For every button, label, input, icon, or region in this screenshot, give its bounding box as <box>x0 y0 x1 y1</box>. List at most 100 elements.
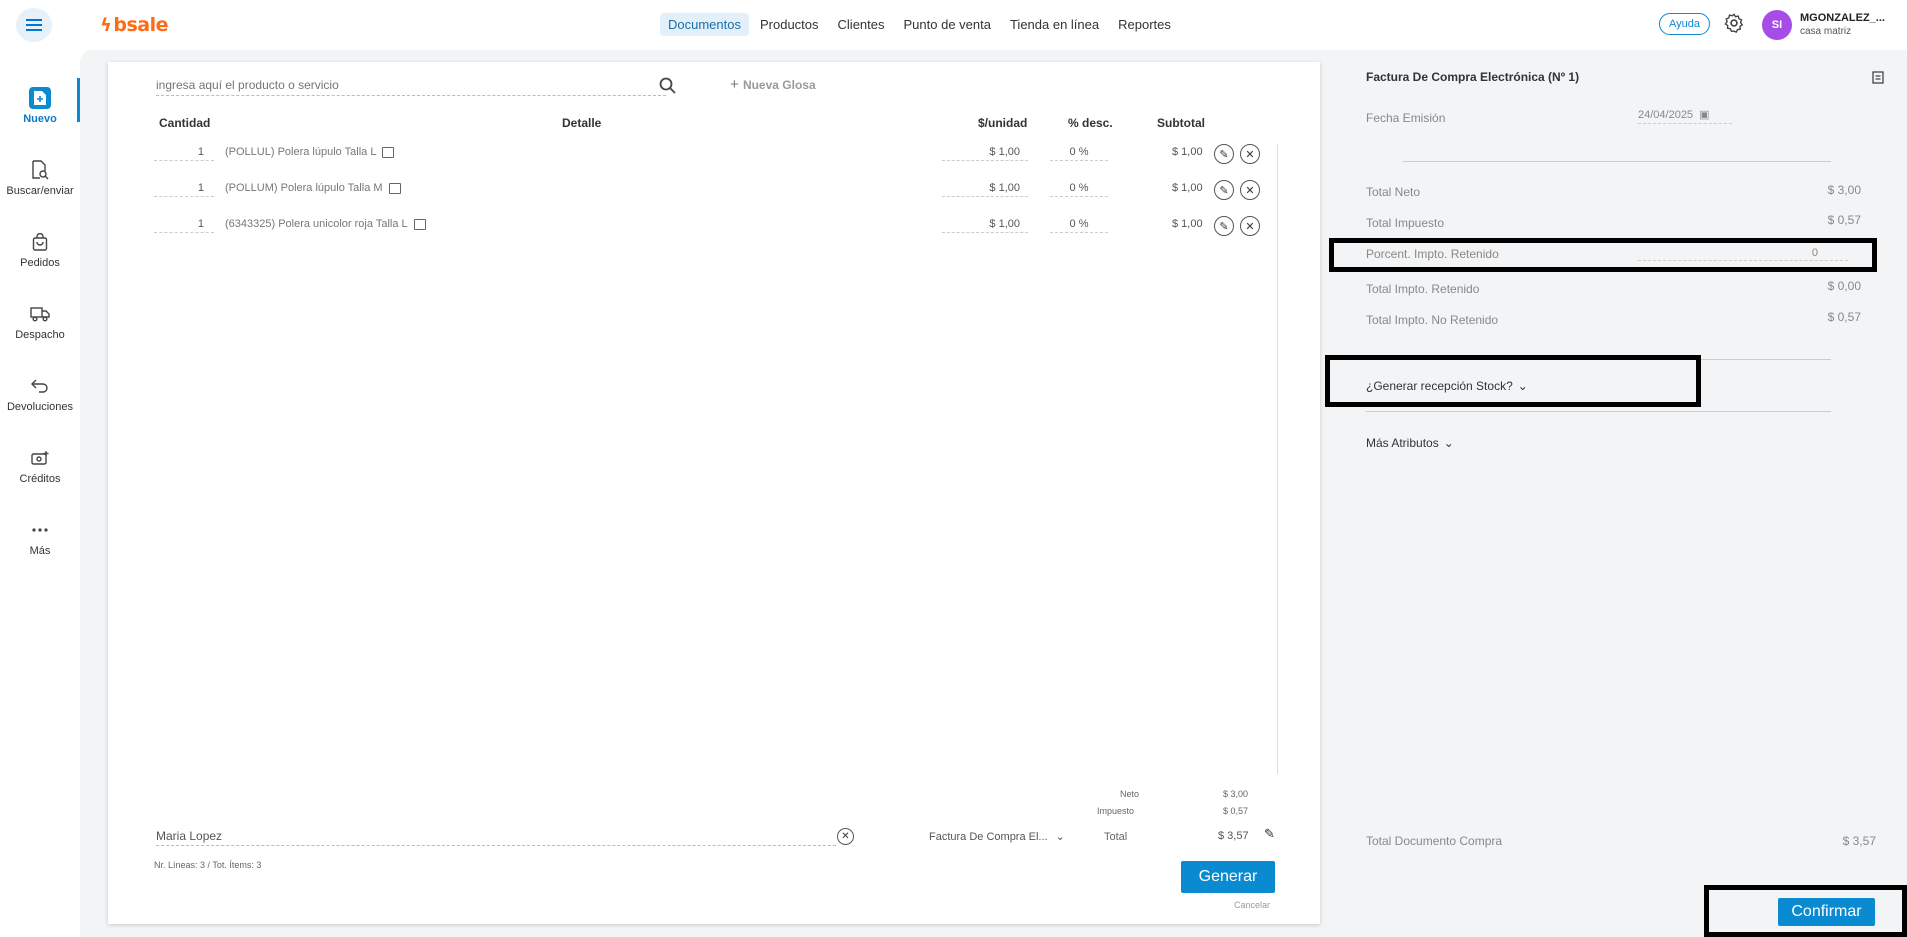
generate-button[interactable]: Generar <box>1181 861 1275 893</box>
total-neto-value: $ 3,00 <box>1827 183 1861 197</box>
add-note-icon[interactable] <box>388 182 401 194</box>
top-bar: ϟ bsale Documentos Productos Clientes Pun… <box>0 0 1907 50</box>
nav-punto-de-venta[interactable]: Punto de venta <box>896 13 999 36</box>
sidebar-item-buscar[interactable]: Buscar/enviar <box>0 142 80 214</box>
chevron-down-icon: ⌄ <box>1055 831 1065 843</box>
item-detail-text: (POLLUM) Polera lúpulo Talla M <box>225 182 383 194</box>
sidebar-item-mas[interactable]: Más <box>0 502 80 574</box>
document-icon[interactable] <box>1872 71 1884 84</box>
calendar-icon: ▣ <box>1699 109 1710 121</box>
discount-input[interactable]: 0 % <box>1050 146 1108 161</box>
new-gloss-button[interactable]: + Nueva Glosa <box>730 76 816 93</box>
remove-icon[interactable]: ✕ <box>1240 144 1260 164</box>
edit-icon[interactable]: ✎ <box>1214 180 1234 200</box>
edit-icon[interactable]: ✎ <box>1214 216 1234 236</box>
main-nav: Documentos Productos Clientes Punto de v… <box>660 13 1182 36</box>
sidebar-item-creditos[interactable]: Créditos <box>0 430 80 502</box>
add-note-icon[interactable] <box>413 218 426 230</box>
sidebar-item-label: Pedidos <box>20 257 60 269</box>
impuesto-value: $ 0,57 <box>1223 806 1249 816</box>
neto-value: $ 3,00 <box>1223 789 1249 799</box>
total-retenido-value: $ 0,00 <box>1827 279 1861 293</box>
avatar[interactable]: SI <box>1762 10 1792 40</box>
gear-icon[interactable] <box>1723 12 1745 34</box>
sidebar-item-label: Buscar/enviar <box>6 185 74 197</box>
sidebar-item-nuevo[interactable]: Nuevo <box>0 70 80 142</box>
column-header-qty: Cantidad <box>159 116 211 130</box>
column-header-subtotal: Subtotal <box>1157 116 1205 130</box>
clear-contact-icon[interactable]: ✕ <box>837 828 854 845</box>
table-row: 1 (POLLUL) Polera lúpulo Talla L $ 1,00 … <box>108 144 1320 176</box>
add-note-icon[interactable] <box>382 146 395 158</box>
sidebar-item-devoluciones[interactable]: Devoluciones <box>0 358 80 430</box>
sidebar-item-label: Devoluciones <box>6 401 74 413</box>
nav-reportes[interactable]: Reportes <box>1110 13 1179 36</box>
total-retenido-label: Total Impto. Retenido <box>1366 282 1480 296</box>
item-detail: (POLLUL) Polera lúpulo Talla L <box>225 146 395 158</box>
sidebar-item-label: Nuevo <box>23 113 57 125</box>
discount-input[interactable]: 0 % <box>1050 218 1108 233</box>
remove-icon[interactable]: ✕ <box>1240 216 1260 236</box>
fecha-emision-label: Fecha Emisión <box>1366 111 1446 125</box>
document-type-value: Factura De Compra El... <box>929 831 1048 843</box>
nav-tienda-en-linea[interactable]: Tienda en línea <box>1002 13 1107 36</box>
remove-icon[interactable]: ✕ <box>1240 180 1260 200</box>
unit-price-input[interactable]: $ 1,00 <box>942 146 1028 161</box>
column-divider <box>1277 144 1278 774</box>
nav-productos[interactable]: Productos <box>752 13 827 36</box>
discount-input[interactable]: 0 % <box>1050 182 1108 197</box>
sidebar-item-label: Más <box>29 545 51 557</box>
column-header-detail: Detalle <box>562 116 602 130</box>
total-impuesto-label: Total Impuesto <box>1366 216 1445 230</box>
total-impuesto-value: $ 0,57 <box>1827 213 1861 227</box>
total-value: $ 3,57 <box>1218 830 1249 842</box>
divider <box>1366 411 1831 412</box>
unit-price-input[interactable]: $ 1,00 <box>942 218 1028 233</box>
total-no-retenido-value: $ 0,57 <box>1827 310 1861 324</box>
total-no-retenido-label: Total Impto. No Retenido <box>1366 313 1499 327</box>
fecha-emision-value: 24/04/2025 <box>1638 109 1694 121</box>
qty-input[interactable]: 1 <box>154 182 214 197</box>
user-branch: casa matriz <box>1800 26 1852 37</box>
truck-icon <box>29 303 51 325</box>
more-attributes-toggle[interactable]: Más Atributos ⌄ <box>1366 436 1454 450</box>
bag-icon <box>29 231 51 253</box>
bsale-logo[interactable]: ϟ bsale <box>100 14 169 36</box>
total-documento-label: Total Documento Compra <box>1366 834 1503 848</box>
impuesto-label: Impuesto <box>1097 806 1135 816</box>
item-detail-text: (6343325) Polera unicolor roja Talla L <box>225 218 408 230</box>
nav-documentos[interactable]: Documentos <box>660 13 749 36</box>
edit-total-icon[interactable]: ✎ <box>1264 826 1275 842</box>
divider <box>1403 161 1831 162</box>
contact-field[interactable]: Maria Lopez <box>156 829 836 846</box>
sidebar-item-label: Despacho <box>15 329 65 341</box>
total-label: Total <box>1104 831 1128 843</box>
highlight-box <box>1329 238 1877 272</box>
row-subtotal: $ 1,00 <box>1172 182 1203 194</box>
menu-icon[interactable] <box>16 8 52 42</box>
row-subtotal: $ 1,00 <box>1172 146 1203 158</box>
document-type-select[interactable]: Factura De Compra El... ⌄ <box>929 830 1065 843</box>
chevron-down-icon: ⌄ <box>1443 436 1454 450</box>
column-header-discount: % desc. <box>1068 116 1113 130</box>
sidebar: Nuevo Buscar/enviar Pedidos Despacho Dev… <box>0 70 80 574</box>
qty-input[interactable]: 1 <box>154 218 214 233</box>
more-attributes-label: Más Atributos <box>1366 436 1439 450</box>
nav-clientes[interactable]: Clientes <box>830 13 893 36</box>
product-search-input[interactable] <box>156 76 666 96</box>
sidebar-item-pedidos[interactable]: Pedidos <box>0 214 80 286</box>
search-icon[interactable] <box>658 76 678 96</box>
cancel-link[interactable]: Cancelar <box>1234 900 1270 910</box>
fecha-emision-input[interactable]: 24/04/2025 ▣ <box>1638 108 1732 124</box>
plus-icon: + <box>730 76 743 93</box>
unit-price-input[interactable]: $ 1,00 <box>942 182 1028 197</box>
qty-input[interactable]: 1 <box>154 146 214 161</box>
edit-icon[interactable]: ✎ <box>1214 144 1234 164</box>
neto-label: Neto <box>1120 789 1140 799</box>
help-button[interactable]: Ayuda <box>1659 13 1710 35</box>
document-panel: + Nueva Glosa Cantidad Detalle $/unidad … <box>108 62 1320 924</box>
user-name[interactable]: MGONZALEZ_... <box>1800 12 1885 24</box>
table-row: 1 (6343325) Polera unicolor roja Talla L… <box>108 216 1320 248</box>
sidebar-item-despacho[interactable]: Despacho <box>0 286 80 358</box>
item-detail: (POLLUM) Polera lúpulo Talla M <box>225 182 401 194</box>
